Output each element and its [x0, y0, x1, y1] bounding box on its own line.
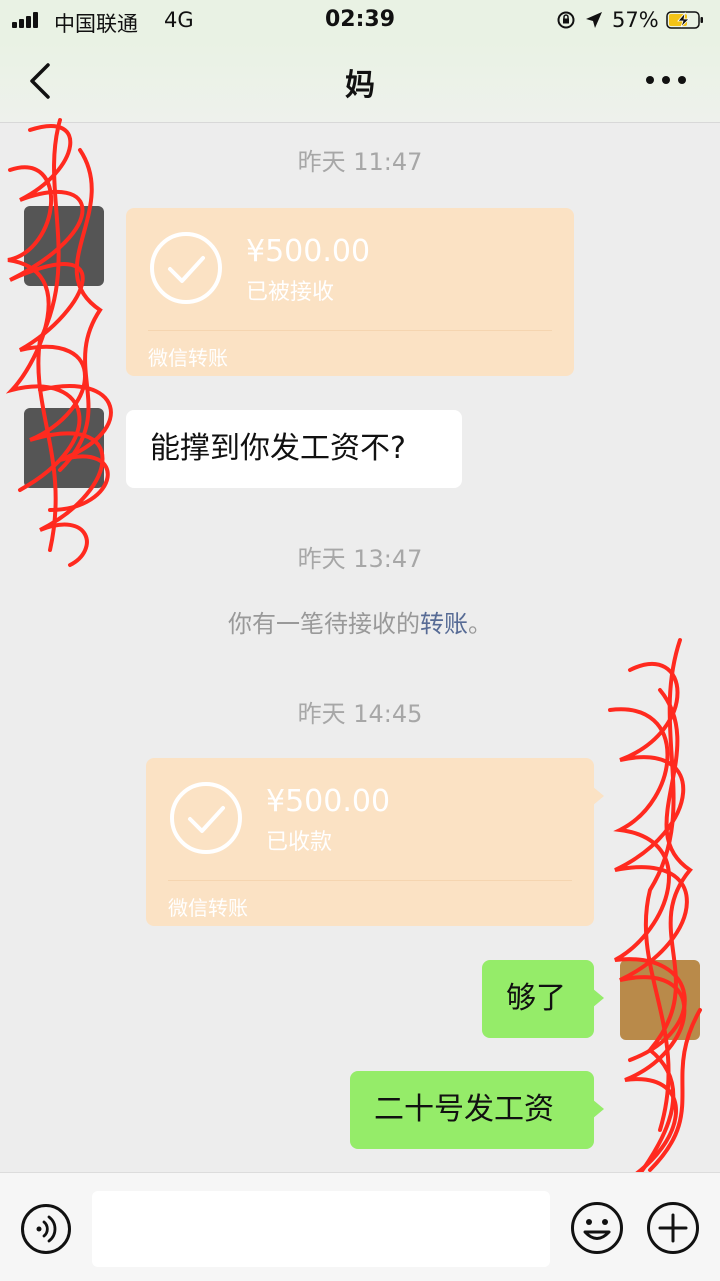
- battery-percent: 57%: [612, 8, 659, 32]
- redaction-scribble: [5, 118, 113, 567]
- input-bar: [0, 1172, 720, 1281]
- transfer-amount: ¥500.00: [266, 784, 391, 819]
- rotation-lock-icon: [557, 11, 575, 29]
- divider: [168, 880, 572, 881]
- message-input[interactable]: [92, 1191, 550, 1267]
- voice-icon[interactable]: [20, 1203, 72, 1255]
- transfer-footer: 微信转账: [168, 896, 248, 920]
- system-notice-suffix: 。: [468, 610, 492, 638]
- message-bubble-left[interactable]: 能撑到你发工资不?: [126, 410, 462, 488]
- location-arrow-icon: [586, 12, 602, 28]
- transfer-status: 已收款: [266, 830, 333, 855]
- message-bubble-right[interactable]: 二十号发工资: [350, 1071, 604, 1149]
- chat-title: 妈: [345, 68, 375, 103]
- redaction-scribble: [608, 638, 702, 1202]
- more-dots-icon[interactable]: [644, 70, 688, 90]
- transfer-link[interactable]: 转账: [420, 610, 468, 638]
- divider: [148, 330, 552, 331]
- transfer-card-collected[interactable]: ¥500.00 已收款 微信转账: [146, 758, 604, 926]
- emoji-icon[interactable]: [570, 1201, 624, 1255]
- message-bubble-right[interactable]: 够了: [482, 960, 604, 1038]
- check-circle-icon: [170, 782, 242, 854]
- transfer-footer: 微信转账: [148, 346, 228, 370]
- system-notice-text: 你有一笔待接收的: [228, 610, 420, 638]
- transfer-status: 已被接收: [246, 280, 335, 305]
- battery-charging-icon: [666, 11, 703, 29]
- plus-icon[interactable]: [646, 1201, 700, 1255]
- status-bar: 中国联通 4G 02:39 57%: [0, 0, 720, 40]
- transfer-amount: ¥500.00: [246, 234, 371, 269]
- transfer-card-received[interactable]: ¥500.00 已被接收 微信转账: [126, 208, 574, 376]
- check-circle-icon: [150, 232, 222, 304]
